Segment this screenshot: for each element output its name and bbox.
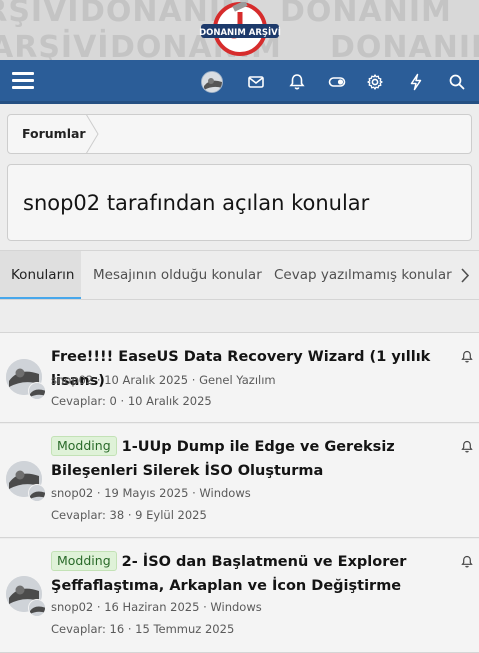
last-poster-avatar[interactable] [28, 382, 46, 400]
avatar[interactable] [201, 71, 223, 93]
meta-separator: · [96, 486, 101, 500]
thread-last-date[interactable]: 9 Eylül 2025 [135, 508, 207, 522]
meta-separator: · [191, 373, 196, 387]
envelope-icon[interactable] [246, 72, 266, 92]
thread-row[interactable]: Free!!!! EaseUS Data Recovery Wizard (1 … [0, 333, 479, 423]
meta-separator: · [96, 373, 101, 387]
thread-meta: snop02 · 19 Mayıs 2025 · Windows [51, 486, 251, 500]
search-icon[interactable] [447, 72, 467, 92]
site-banner: ARŞİVİ DONANIM ARŞİVİ DONANIM DONANIM DO… [0, 0, 479, 60]
thread-forum[interactable]: Windows [199, 486, 250, 500]
watch-bell-icon[interactable] [460, 439, 474, 453]
top-navbar [0, 60, 479, 104]
gear-icon[interactable] [365, 72, 385, 92]
thread-meta: snop02 · 10 Aralık 2025 · Genel Yazılım [51, 373, 276, 387]
watch-bell-icon[interactable] [460, 554, 474, 568]
thread-stats: Cevaplar: 0 · 10 Aralık 2025 [51, 394, 212, 408]
watermark-word: DONANIM [280, 0, 452, 29]
thread-author[interactable]: snop02 [51, 373, 93, 387]
toggle-icon[interactable] [327, 72, 347, 92]
tab-bar: Konuların Mesajının olduğu konular Cevap… [0, 250, 479, 300]
thread-date[interactable]: 19 Mayıs 2025 [104, 486, 188, 500]
meta-separator: · [192, 486, 196, 500]
logo-text: DONANIM ARŞİVİ [199, 27, 281, 38]
meta-separator: · [127, 622, 132, 636]
thread-forum[interactable]: Genel Yazılım [199, 373, 276, 387]
bell-icon[interactable] [287, 72, 307, 92]
thread-row[interactable]: Modding 1-UUp Dump ile Edge ve Gereksiz B… [0, 424, 479, 538]
thread-title[interactable]: Modding 2- İSO dan Başlatmenü ve Explorer… [51, 550, 443, 598]
watch-bell-icon[interactable] [460, 349, 474, 363]
thread-stats: Cevaplar: 38 · 9 Eylül 2025 [51, 508, 207, 522]
thread-last-date[interactable]: 15 Temmuz 2025 [135, 622, 234, 636]
breadcrumb: Forumlar [7, 114, 472, 154]
thread-replies: Cevaplar: 0 [51, 394, 117, 408]
tab-mesajinin-oldugu-konular[interactable]: Mesajının olduğu konular [93, 251, 262, 299]
tab-cevap-yazilmamis-konular[interactable]: Cevap yazılmamış konular [274, 251, 452, 299]
last-poster-avatar[interactable] [28, 484, 46, 502]
watermark-word: DONANIM [330, 30, 479, 60]
thread-forum[interactable]: Windows [210, 600, 261, 614]
meta-separator: · [120, 394, 125, 408]
page-header: snop02 tarafından açılan konular [7, 164, 472, 241]
thread-prefix[interactable]: Modding [51, 551, 117, 571]
thread-last-date[interactable]: 10 Aralık 2025 [128, 394, 212, 408]
last-poster-avatar[interactable] [28, 599, 46, 617]
thread-row[interactable]: Modding 2- İSO dan Başlatmenü ve Explorer… [0, 539, 479, 653]
thread-prefix[interactable]: Modding [51, 436, 117, 456]
menu-icon[interactable] [12, 72, 34, 90]
thread-replies: Cevaplar: 38 [51, 508, 125, 522]
meta-separator: · [96, 600, 101, 614]
thread-date[interactable]: 16 Haziran 2025 [104, 600, 199, 614]
thread-meta: snop02 · 16 Haziran 2025 · Windows [51, 600, 262, 614]
site-logo[interactable]: DONANIM ARŞİVİ [199, 0, 281, 58]
page-title: snop02 tarafından açılan konular [23, 191, 370, 215]
meta-separator: · [203, 600, 207, 614]
chevron-right-icon[interactable] [453, 251, 479, 299]
watermark-word: ARŞİVİ [0, 30, 110, 60]
thread-author[interactable]: snop02 [51, 486, 93, 500]
thread-title[interactable]: Modding 1-UUp Dump ile Edge ve Gereksiz B… [51, 435, 443, 483]
watermark-word: ARŞİVİ [0, 0, 80, 29]
bolt-icon[interactable] [406, 72, 426, 92]
thread-date[interactable]: 10 Aralık 2025 [104, 373, 188, 387]
meta-separator: · [127, 508, 132, 522]
thread-author[interactable]: snop02 [51, 600, 93, 614]
thread-stats: Cevaplar: 16 · 15 Temmuz 2025 [51, 622, 234, 636]
tab-konularin[interactable]: Konuların [0, 251, 81, 299]
thread-replies: Cevaplar: 16 [51, 622, 125, 636]
